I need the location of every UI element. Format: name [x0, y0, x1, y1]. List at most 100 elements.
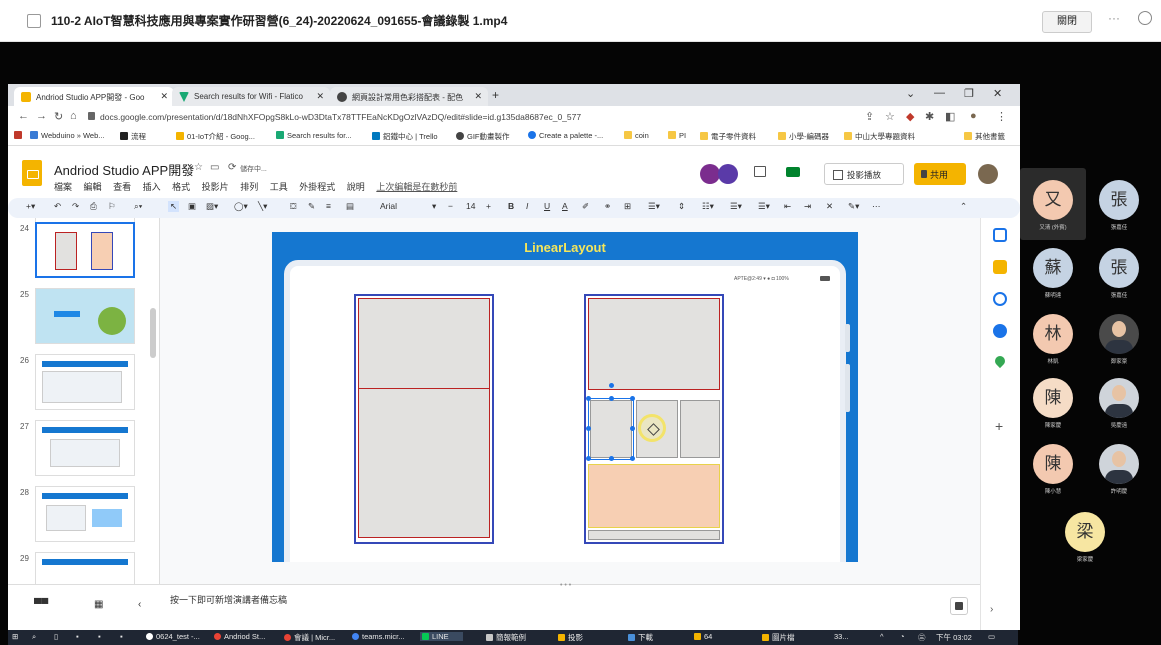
taskbar-item[interactable]: 圖片檔 [762, 632, 795, 643]
explore-button[interactable] [950, 597, 968, 615]
taskbar-item[interactable]: LINE [420, 632, 463, 641]
phone-layout-right[interactable] [584, 294, 724, 544]
slide-thumbnail[interactable] [35, 354, 135, 410]
resize-handle[interactable] [630, 426, 635, 431]
more-tools-icon[interactable]: ⋯ [872, 201, 881, 212]
side-panel-icon[interactable]: ◧ [945, 110, 955, 123]
bookmark-item[interactable]: 鋁鐵中心 | Trello [372, 131, 438, 142]
taskbar-clock[interactable]: 下午 03:02 [936, 632, 972, 643]
resize-handle[interactable] [609, 456, 614, 461]
clear-format-icon[interactable]: ✕ [826, 201, 833, 212]
maximize-icon[interactable]: ❐ [964, 87, 974, 100]
current-slide[interactable]: LinearLayout APTE@2:49 ▾ ● ◘ 100% [272, 232, 858, 562]
collaborator-avatar[interactable] [700, 164, 720, 184]
participant-tile[interactable]: 許明慶 [1096, 444, 1142, 495]
bookmark-apps-icon[interactable] [14, 131, 25, 140]
taskbar-item[interactable]: 下載 [628, 632, 653, 643]
taskbar-item[interactable]: 64 [694, 632, 712, 641]
print-icon[interactable]: ⎙ [90, 201, 97, 212]
slide-canvas[interactable]: LinearLayout APTE@2:49 ▾ ● ◘ 100% [160, 218, 980, 584]
resize-handle[interactable] [586, 396, 591, 401]
speaker-notes-placeholder[interactable]: 按一下即可新增演講者備忘稿 [170, 593, 287, 606]
filmstrip-scrollbar[interactable] [150, 308, 156, 358]
bookmark-item[interactable]: 流程 [120, 131, 146, 142]
speaker-notes[interactable]: • • • 按一下即可新增演講者備忘稿 [160, 582, 980, 630]
contacts-icon[interactable] [993, 324, 1007, 338]
zoom-icon[interactable]: ⌕▾ [134, 201, 142, 212]
tab-flaticon[interactable]: Search results for Wifi - Flatico ✕ [172, 87, 330, 106]
menu-view[interactable]: 查看 [113, 182, 131, 192]
participant-tile[interactable]: 張 張嘉佳 [1096, 180, 1142, 231]
font-dropdown-icon[interactable]: ▾ [432, 201, 436, 212]
bookmark-item[interactable]: Webduino » Web... [30, 131, 105, 140]
taskbar-item[interactable]: Andriod St... [214, 632, 265, 641]
menu-tools[interactable]: 工具 [270, 182, 288, 192]
undo-icon[interactable]: ↶ [54, 201, 61, 212]
slide-thumbnail[interactable] [35, 288, 135, 344]
close-tab-icon[interactable]: ✕ [160, 91, 168, 102]
participant-tile[interactable]: 陳 陳家慶 [1030, 378, 1076, 429]
increase-indent-icon[interactable]: ⇥ [804, 201, 811, 212]
grid-view-icon[interactable]: ▦ [94, 599, 103, 610]
image-icon[interactable]: ▨▾ [206, 201, 218, 212]
slide-thumbnail-selected[interactable] [35, 222, 135, 278]
line-icon[interactable]: ╲▾ [258, 201, 267, 212]
extension-icon[interactable]: ◆ [906, 110, 914, 123]
slides-logo-icon[interactable] [22, 160, 42, 186]
comment-add-icon[interactable]: ✎▾ [848, 201, 859, 212]
resize-handle[interactable] [609, 396, 614, 401]
forward-icon[interactable]: → [36, 110, 47, 122]
redo-icon[interactable]: ↷ [72, 201, 79, 212]
participant-tile[interactable]: 鄭家豪 [1096, 314, 1142, 365]
participant-tile[interactable]: 梁 梁家慶 [1062, 512, 1108, 563]
link-icon[interactable]: ⚭ [604, 201, 611, 212]
profile-icon[interactable]: ● [970, 110, 977, 122]
share-page-icon[interactable]: ⇪ [865, 110, 874, 123]
shape-icon[interactable]: ◯▾ [234, 201, 248, 212]
layout-cell-bottom[interactable] [358, 388, 490, 538]
participant-tile[interactable]: 又 又清 (外賓) [1030, 180, 1076, 231]
border-dash-icon[interactable]: ▤ [346, 201, 354, 212]
tab-color-palette[interactable]: 網頁設計常用色彩搭配表 - 配色 ✕ [330, 87, 488, 106]
resize-handle[interactable] [586, 456, 591, 461]
taskbar-item[interactable]: 會議 | Micr... [284, 632, 335, 643]
close-tab-icon[interactable]: ✕ [316, 91, 324, 102]
chat-icon[interactable] [1138, 11, 1152, 25]
meet-icon[interactable] [786, 167, 800, 177]
filmstrip-view-icon[interactable]: ▀▀ [34, 599, 48, 610]
new-slide-icon[interactable]: +▾ [26, 201, 35, 212]
menu-format[interactable]: 格式 [172, 182, 190, 192]
text-color-button[interactable]: A [562, 201, 568, 211]
window-close-icon[interactable]: ✕ [993, 87, 1002, 100]
bookmark-folder[interactable]: coin [624, 131, 649, 140]
browser-menu-icon[interactable]: ⋮ [996, 110, 1007, 123]
taskbar-item[interactable]: teams.micr... [352, 632, 405, 641]
bookmark-item[interactable]: 01-IoT介紹 - Goog... [176, 131, 255, 142]
slide-title[interactable]: LinearLayout [272, 240, 858, 255]
menu-edit[interactable]: 編輯 [84, 182, 102, 192]
bookmark-item[interactable]: Create a palette -... [528, 131, 603, 140]
resize-handle[interactable] [630, 396, 635, 401]
taskbar-item[interactable]: 投影 [558, 632, 583, 643]
reload-icon[interactable]: ↻ [54, 110, 63, 123]
account-avatar[interactable] [978, 164, 998, 184]
bookmark-item[interactable]: GIF動畫製作 [456, 131, 510, 142]
app-icon[interactable]: ▪ [120, 632, 123, 641]
minimize-icon[interactable]: — [934, 87, 945, 99]
slide-thumbnail[interactable] [35, 420, 135, 476]
select-icon[interactable]: ↖ [168, 201, 180, 212]
nested-cell-3[interactable] [680, 400, 720, 458]
menu-help[interactable]: 說明 [347, 182, 365, 192]
line-spacing-icon[interactable]: ⇕ [678, 201, 685, 212]
italic-button[interactable]: I [526, 201, 528, 211]
comment-history-icon[interactable] [754, 166, 766, 177]
align-icon[interactable]: ☰▾ [648, 201, 660, 212]
checklist-icon[interactable]: ☷▾ [702, 201, 714, 212]
layout-cell-top[interactable] [358, 298, 490, 390]
taskview-icon[interactable]: ▯ [54, 632, 58, 641]
textbox-icon[interactable]: ▣ [188, 201, 196, 212]
more-options-button[interactable]: ··· [1108, 11, 1120, 25]
notes-resize-handle[interactable]: • • • [560, 582, 571, 589]
selection-box[interactable] [586, 383, 635, 461]
bookmark-star-icon[interactable]: ☆ [885, 110, 895, 123]
